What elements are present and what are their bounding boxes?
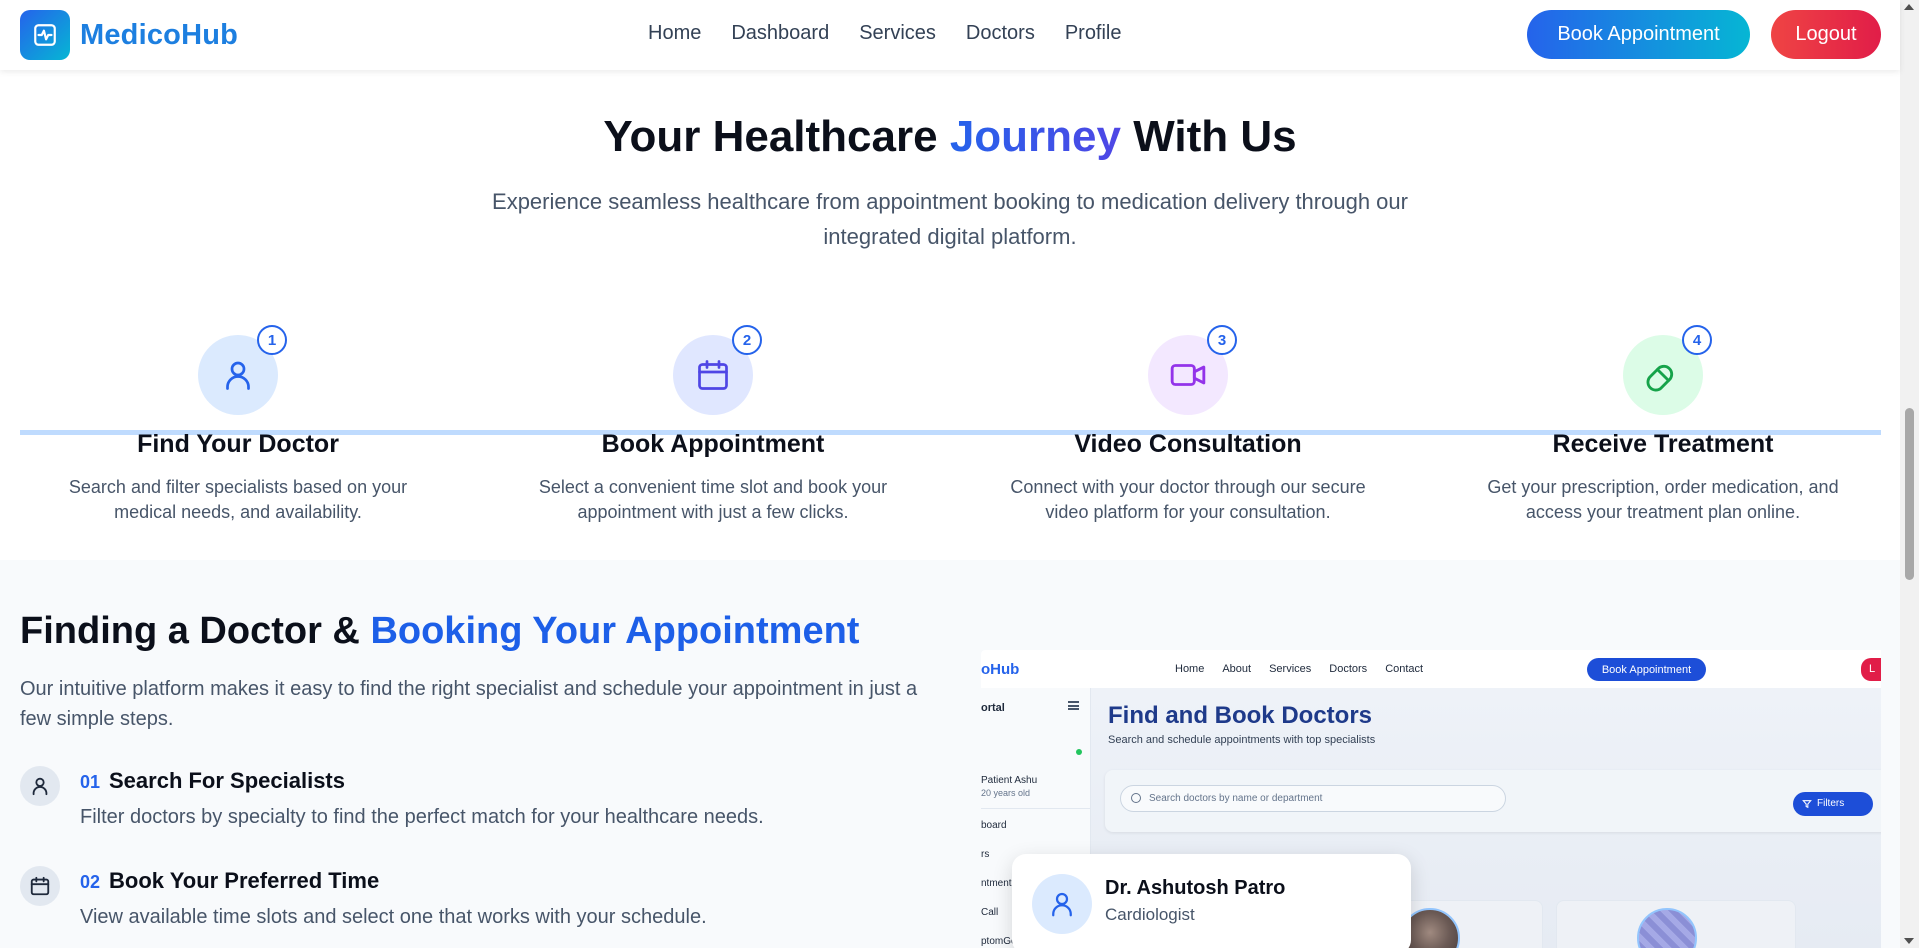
step-title: Video Consultation	[1074, 430, 1302, 458]
preview-patient-age: 20 years old	[981, 788, 1031, 798]
step-number-badge: 2	[732, 325, 762, 355]
preview-doctor-avatar	[1637, 908, 1697, 948]
step-receive-treatment: 4 Receive Treatment Get your prescriptio…	[1453, 325, 1873, 525]
preview-subtitle: Search and schedule appointments with to…	[1108, 734, 1376, 746]
filter-icon	[1802, 800, 1812, 809]
preview-doctor-card	[1556, 900, 1796, 948]
feature-title: Search For Specialists	[109, 768, 345, 793]
preview-sidebar-item: board	[981, 820, 1007, 831]
hero-title: Your Healthcare Journey With Us	[0, 112, 1900, 162]
search-icon	[1131, 793, 1141, 803]
preview-patient-name: Patient Ashu	[981, 775, 1038, 786]
scroll-up-arrow-icon[interactable]	[1904, 4, 1914, 10]
preview-sidebar-item: rs	[981, 849, 990, 860]
feature-number: 01	[80, 772, 101, 792]
section-title-prefix: Finding a Doctor &	[20, 610, 371, 652]
step-title: Receive Treatment	[1552, 430, 1774, 458]
step-video-consultation: 3 Video Consultation Connect with your d…	[978, 325, 1398, 525]
doctor-name: Dr. Ashutosh Patro	[1105, 877, 1286, 899]
menu-icon	[1068, 701, 1079, 710]
preview-sidebar-title: ortal	[981, 702, 1005, 714]
preview-nav-link: Contact	[1385, 663, 1424, 675]
feature-desc: Filter doctors by specialty to find the …	[80, 806, 764, 828]
book-appointment-button[interactable]: Book Appointment	[1527, 10, 1750, 59]
scrollbar-thumb[interactable]	[1905, 408, 1914, 580]
user-icon	[20, 766, 60, 806]
preview-nav-link: Services	[1269, 663, 1312, 675]
preview-search-input: Search doctors by name or department	[1120, 785, 1506, 812]
preview-search-placeholder: Search doctors by name or department	[1149, 793, 1323, 804]
step-desc: Select a convenient time slot and book y…	[538, 477, 888, 522]
divider	[981, 808, 1091, 809]
nav-link-services[interactable]: Services	[859, 22, 936, 45]
scroll-down-arrow-icon[interactable]	[1904, 938, 1914, 944]
section-description: Our intuitive platform makes it easy to …	[20, 678, 918, 730]
section-title-accent: Booking Your Appointment	[370, 610, 860, 652]
preview-nav-link: Doctors	[1329, 663, 1368, 675]
step-desc: Get your prescription, order medication,…	[1487, 477, 1839, 522]
preview-filters-label: Filters	[1817, 798, 1845, 809]
preview-nav-links: Home About Services Doctors Contact	[1175, 663, 1423, 675]
nav-link-doctors[interactable]: Doctors	[966, 22, 1035, 45]
step-desc: Connect with your doctor through our sec…	[1010, 477, 1366, 522]
preview-nav-link: Home	[1175, 663, 1205, 675]
feature-desc: View available time slots and select one…	[80, 906, 707, 928]
hero-title-suffix: With Us	[1121, 112, 1297, 161]
activity-icon	[20, 10, 70, 60]
preview-brand: oHub	[981, 661, 1020, 678]
step-title: Book Appointment	[601, 430, 825, 458]
hero-subtitle: Experience seamless healthcare from appo…	[492, 189, 1408, 249]
nav-link-dashboard[interactable]: Dashboard	[731, 22, 829, 45]
preview-title: Find and Book Doctors	[1108, 702, 1372, 729]
preview-sidebar-item: Call	[981, 907, 999, 918]
page-scrollbar[interactable]	[1900, 0, 1919, 948]
nav-link-profile[interactable]: Profile	[1065, 22, 1122, 45]
preview-search-panel: Search doctors by name or department	[1105, 770, 1881, 832]
step-desc: Search and filter specialists based on y…	[68, 477, 408, 522]
step-title: Find Your Doctor	[137, 430, 339, 458]
doctor-card[interactable]: Dr. Ashutosh Patro Cardiologist	[1012, 854, 1411, 948]
step-number-badge: 1	[257, 325, 287, 355]
preview-nav-link: About	[1222, 663, 1252, 675]
feature-number: 02	[80, 872, 101, 892]
hero-title-accent: Journey	[949, 112, 1121, 161]
hero-title-prefix: Your Healthcare	[603, 112, 950, 161]
user-icon	[1032, 874, 1092, 934]
step-find-doctor: 1 Find Your Doctor Search and filter spe…	[28, 325, 448, 525]
calendar-icon	[20, 866, 60, 906]
preview-navbar: oHub Home About Services Doctors Contact…	[981, 650, 1881, 688]
brand[interactable]: MedicoHub	[20, 10, 238, 60]
feature-title: Book Your Preferred Time	[109, 868, 380, 893]
preview-book-button: Book Appointment	[1587, 658, 1706, 681]
navbar: MedicoHub Home Dashboard Services Doctor…	[0, 0, 1900, 70]
preview-logout-button: L	[1861, 658, 1881, 681]
nav-links: Home Dashboard Services Doctors Profile	[648, 22, 1122, 45]
doctor-specialty: Cardiologist	[1105, 905, 1195, 924]
step-book-appointment: 2 Book Appointment Select a convenient t…	[503, 325, 923, 525]
brand-name: MedicoHub	[80, 18, 239, 51]
step-number-badge: 3	[1207, 325, 1237, 355]
step-number-badge: 4	[1682, 325, 1712, 355]
section-title: Finding a Doctor & Booking Your Appointm…	[20, 610, 859, 653]
nav-link-home[interactable]: Home	[648, 22, 701, 45]
preview-filters-button: Filters	[1793, 792, 1873, 816]
online-status-dot	[1076, 749, 1082, 755]
logout-button[interactable]: Logout	[1771, 10, 1881, 59]
